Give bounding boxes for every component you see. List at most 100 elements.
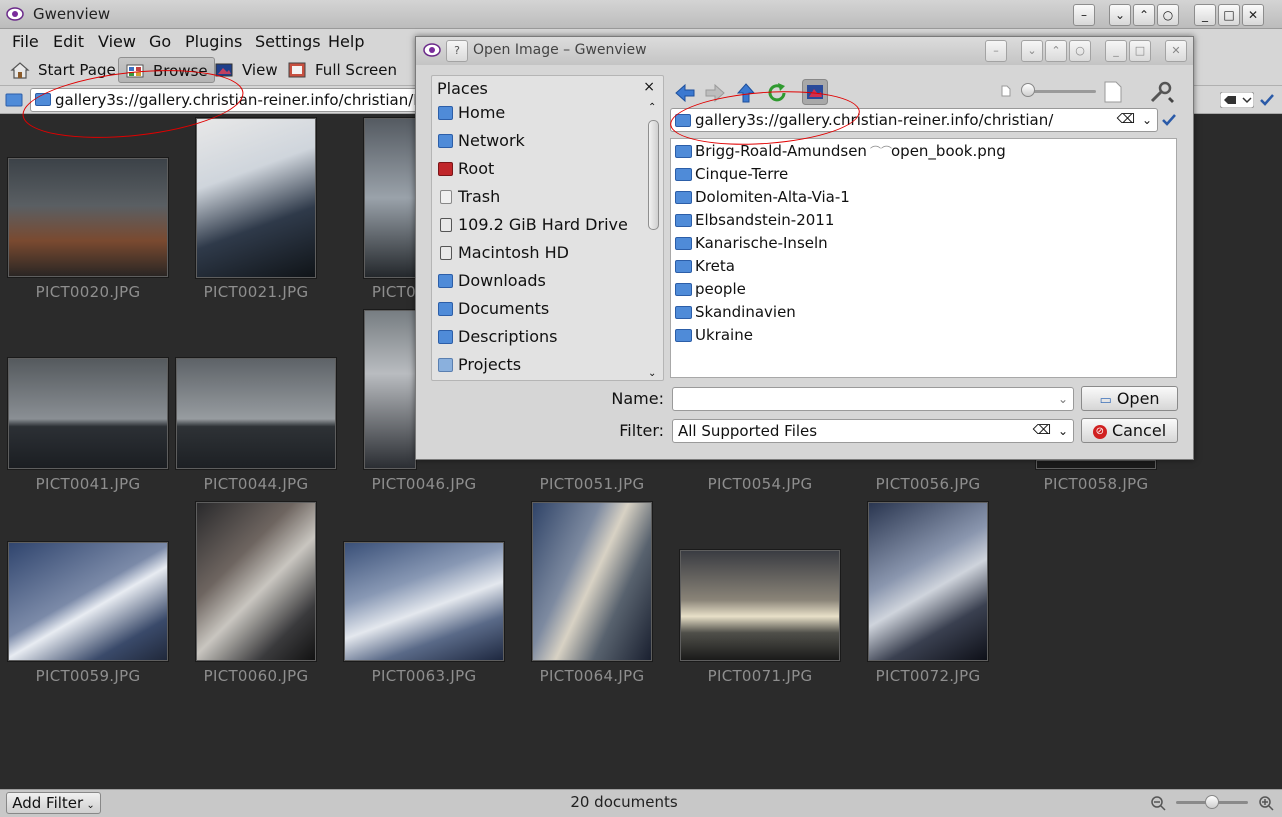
dialog-keep-below-button[interactable]: ⌄: [1021, 40, 1043, 62]
folder-item[interactable]: Dolomiten-Alta-Via-1: [674, 186, 850, 209]
thumbnail-image[interactable]: [8, 358, 168, 469]
clear-filter-icon[interactable]: ⌫: [1033, 420, 1051, 442]
browse-grid-icon: [126, 64, 144, 78]
scrollbar-thumb[interactable]: [648, 120, 659, 230]
place-projects[interactable]: Projects: [432, 351, 644, 379]
icon-size-slider-handle[interactable]: [1021, 83, 1035, 97]
location-dropdown[interactable]: [1220, 92, 1254, 108]
zoom-in-icon[interactable]: [1258, 795, 1274, 811]
places-close-icon[interactable]: ×: [643, 79, 655, 95]
dialog-keep-above-button[interactable]: ⌃: [1045, 40, 1067, 62]
place-network[interactable]: Network: [432, 127, 644, 155]
maximize-button[interactable]: □: [1218, 4, 1240, 26]
menu-plugins[interactable]: Plugins: [185, 32, 242, 51]
place-root[interactable]: Root: [432, 155, 644, 183]
folder-item[interactable]: Kanarische-Inseln: [674, 232, 828, 255]
dialog-url-field[interactable]: gallery3s://gallery.christian-reiner.inf…: [670, 108, 1158, 132]
folder-item[interactable]: people: [674, 278, 746, 301]
icon-size-slider[interactable]: [1026, 90, 1096, 93]
reload-icon[interactable]: [765, 81, 789, 105]
name-dropdown-icon[interactable]: ⌄: [1058, 388, 1068, 410]
thumbnail-image[interactable]: [1036, 460, 1156, 469]
open-image-dialog: ? Open Image – Gwenview – ⌄ ⌃ ○ _ □ ✕ Pl…: [415, 36, 1194, 460]
thumbnail-image[interactable]: [364, 310, 416, 469]
hard-drive-icon: [440, 246, 452, 260]
scroll-down-icon[interactable]: ⌄: [648, 368, 656, 379]
file-item[interactable]: ⌒⌒ open_book.png: [870, 140, 1006, 163]
thumbnail-image[interactable]: [344, 542, 504, 661]
menu-go[interactable]: Go: [149, 32, 171, 51]
full-screen-button[interactable]: Full Screen: [281, 57, 403, 83]
file-list: Brigg-Roald-Amundsen ⌒⌒ open_book.png Cin…: [670, 138, 1177, 378]
open-button[interactable]: ▭ Open: [1081, 386, 1178, 411]
place-hard-drive[interactable]: 109.2 GiB Hard Drive: [432, 211, 644, 239]
folder-item[interactable]: Cinque-Terre: [674, 163, 788, 186]
menu-file[interactable]: File: [12, 32, 39, 51]
menu-settings[interactable]: Settings: [255, 32, 321, 51]
scroll-up-icon[interactable]: ⌃: [648, 102, 656, 113]
folder-item[interactable]: Ukraine: [674, 324, 753, 347]
accept-checkmark-icon[interactable]: [1259, 92, 1275, 108]
main-url-text: gallery3s://gallery.christian-reiner.inf…: [55, 91, 434, 109]
place-downloads[interactable]: Downloads: [432, 267, 644, 295]
start-page-button[interactable]: Start Page: [4, 57, 122, 83]
thumbnail-image[interactable]: [196, 118, 316, 278]
window-menu-button[interactable]: –: [1073, 4, 1095, 26]
thumbnail-image[interactable]: [8, 158, 168, 277]
clear-url-icon[interactable]: ⌫: [1117, 109, 1135, 131]
hard-drive-icon: [440, 218, 452, 232]
close-button[interactable]: ✕: [1242, 4, 1264, 26]
accept-checkmark-icon[interactable]: [1161, 113, 1177, 127]
keep-above-button[interactable]: ⌃: [1133, 4, 1155, 26]
cancel-button[interactable]: ⊘ Cancel: [1081, 418, 1178, 443]
open-folder-icon: ▭: [1099, 393, 1112, 408]
view-button[interactable]: View: [208, 57, 284, 83]
thumbnail-image[interactable]: [364, 118, 416, 278]
folder-item[interactable]: Brigg-Roald-Amundsen: [674, 140, 867, 163]
forward-arrow-icon[interactable]: [703, 81, 727, 105]
minimize-button[interactable]: _: [1194, 4, 1216, 26]
place-home[interactable]: Home: [432, 99, 644, 127]
menu-help[interactable]: Help: [328, 32, 364, 51]
main-url-field[interactable]: gallery3s://gallery.christian-reiner.inf…: [30, 88, 440, 112]
up-arrow-icon[interactable]: [734, 81, 758, 105]
folder-item[interactable]: Elbsandstein-2011: [674, 209, 834, 232]
place-trash[interactable]: Trash: [432, 183, 644, 211]
options-wrench-icon[interactable]: [1148, 79, 1176, 105]
thumbnail-image[interactable]: [680, 550, 840, 661]
thumbnail-image[interactable]: [532, 502, 652, 661]
on-all-desktops-button[interactable]: ○: [1157, 4, 1179, 26]
thumbnail-image[interactable]: [8, 542, 168, 661]
place-descriptions[interactable]: Descriptions: [432, 323, 644, 351]
url-dropdown-icon[interactable]: ⌄: [1142, 109, 1152, 131]
folder-item[interactable]: Kreta: [674, 255, 735, 278]
thumbnail-image[interactable]: [868, 502, 988, 661]
place-documents[interactable]: Documents: [432, 295, 644, 323]
menu-view[interactable]: View: [98, 32, 136, 51]
filter-dropdown-icon[interactable]: ⌄: [1058, 420, 1068, 442]
folder-label: Dolomiten-Alta-Via-1: [695, 188, 850, 206]
descriptions-folder-icon: [438, 330, 453, 344]
keep-below-button[interactable]: ⌄: [1109, 4, 1131, 26]
dialog-close-button[interactable]: ✕: [1165, 40, 1187, 62]
thumbnail-image[interactable]: [196, 502, 316, 661]
zoom-out-icon[interactable]: [1150, 795, 1166, 811]
preview-toggle-icon[interactable]: [802, 79, 828, 105]
browse-button[interactable]: Browse: [118, 57, 215, 83]
dialog-minimize-button[interactable]: _: [1105, 40, 1127, 62]
menu-edit[interactable]: Edit: [53, 32, 84, 51]
full-screen-label: Full Screen: [315, 61, 397, 79]
dialog-menu-button[interactable]: –: [985, 40, 1007, 62]
thumbnail-image[interactable]: [176, 358, 336, 469]
thumbnail-size-slider-handle[interactable]: [1205, 795, 1219, 809]
name-input[interactable]: ⌄: [672, 387, 1074, 411]
dialog-help-button[interactable]: ?: [446, 40, 468, 62]
dialog-all-desktops-button[interactable]: ○: [1069, 40, 1091, 62]
view-label: View: [242, 61, 278, 79]
filter-combo[interactable]: All Supported Files ⌫ ⌄: [672, 419, 1074, 443]
place-macintosh-hd[interactable]: Macintosh HD: [432, 239, 644, 267]
dialog-maximize-button[interactable]: □: [1129, 40, 1151, 62]
places-scrollbar[interactable]: ⌃ ⌄: [647, 102, 660, 379]
folder-item[interactable]: Skandinavien: [674, 301, 796, 324]
back-arrow-icon[interactable]: [673, 81, 697, 105]
